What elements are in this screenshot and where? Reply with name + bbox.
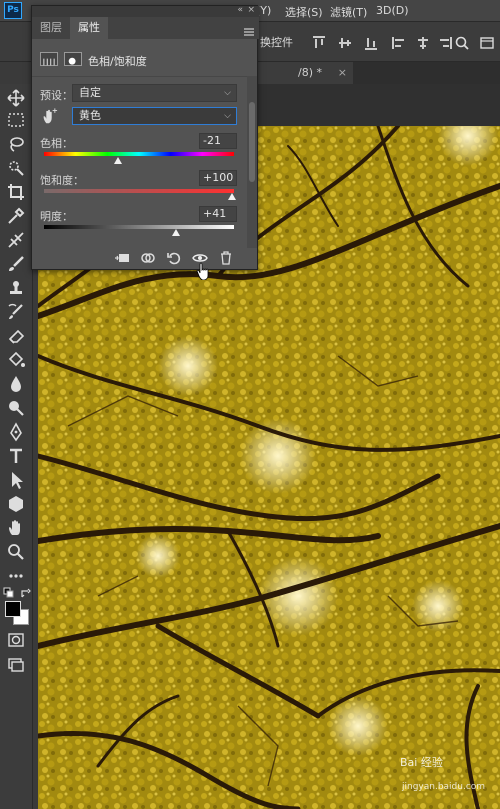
screen-mode-icon[interactable] xyxy=(6,654,28,674)
scrollbar-thumb[interactable] xyxy=(249,102,255,182)
adjustment-title: 色相/饱和度 xyxy=(88,55,147,68)
dodge-tool-icon[interactable] xyxy=(6,398,28,418)
panel-header-strip: « × xyxy=(32,5,259,17)
healing-brush-tool-icon[interactable] xyxy=(6,230,28,250)
tools-panel xyxy=(0,84,33,809)
lightness-slider-thumb[interactable] xyxy=(172,229,180,236)
shape-tool-icon[interactable] xyxy=(6,494,28,514)
saturation-value-input[interactable]: +100 xyxy=(199,170,237,186)
close-icon[interactable]: × xyxy=(338,62,347,84)
tab-properties[interactable]: 属性 xyxy=(70,17,108,39)
menu-item-filter[interactable]: 滤镜(T) xyxy=(330,4,367,20)
pen-tool-icon[interactable] xyxy=(6,422,28,442)
cursor-hand-icon xyxy=(196,262,209,280)
reset-icon[interactable] xyxy=(166,250,182,266)
search-icon[interactable] xyxy=(455,35,469,50)
eyedropper-tool-icon[interactable] xyxy=(6,206,28,226)
hue-slider-track[interactable] xyxy=(44,152,234,156)
align-vcenter-icon[interactable] xyxy=(338,35,352,49)
align-hcenter-icon[interactable] xyxy=(416,35,430,49)
lightness-label: 明度： xyxy=(40,210,73,223)
align-right-icon[interactable] xyxy=(438,35,452,49)
menu-item-3d[interactable]: 3D(D) xyxy=(376,4,409,17)
history-brush-tool-icon[interactable] xyxy=(6,302,28,322)
targeted-adjustment-hand-icon[interactable] xyxy=(40,107,58,125)
hand-tool-icon[interactable] xyxy=(6,518,28,538)
panel-scrollbar[interactable] xyxy=(247,76,257,248)
chevron-down-icon: ⌵ xyxy=(224,88,231,98)
ps-logo: Ps xyxy=(4,2,22,19)
panel-menu-icon[interactable] xyxy=(244,22,254,36)
lightness-slider-track[interactable] xyxy=(44,225,234,229)
hue-label: 色相： xyxy=(40,137,73,150)
chevron-down-icon: ⌵ xyxy=(224,111,231,121)
divider xyxy=(32,76,247,77)
move-tool-icon[interactable] xyxy=(6,88,28,108)
type-tool-icon[interactable] xyxy=(6,446,28,466)
preset-value: 自定 xyxy=(79,86,101,99)
watermark-url: jingyan.baidu.com xyxy=(402,782,486,792)
align-left-icon[interactable] xyxy=(392,35,406,49)
panel-footer xyxy=(32,246,259,270)
marquee-tool-icon[interactable] xyxy=(6,110,28,130)
default-colors-icon[interactable] xyxy=(3,584,15,598)
lasso-tool-icon[interactable] xyxy=(6,134,28,154)
hue-slider-thumb[interactable] xyxy=(114,157,122,164)
layer-mask-icon xyxy=(64,52,82,66)
path-selection-tool-icon[interactable] xyxy=(6,470,28,490)
align-bottom-icon[interactable] xyxy=(364,35,378,50)
document-tab-title: /8) * xyxy=(298,66,322,79)
more-tools-icon[interactable] xyxy=(6,566,28,586)
saturation-label: 饱和度： xyxy=(40,174,84,187)
foreground-color-swatch[interactable] xyxy=(5,601,21,617)
transform-controls-label[interactable]: 换控件 xyxy=(260,34,293,50)
saturation-slider-track[interactable] xyxy=(44,189,234,193)
quick-selection-tool-icon[interactable] xyxy=(6,158,28,178)
swap-colors-icon[interactable] xyxy=(20,584,32,598)
hue-value-input[interactable]: -21 xyxy=(199,133,237,149)
clone-stamp-tool-icon[interactable] xyxy=(6,278,28,298)
photoshop-window: Ps (Y) 选择(S) 滤镜(T) 3D(D) 换控件 /8) * × « ×… xyxy=(0,0,500,809)
baidu-watermark: Bai 经验 xyxy=(400,756,443,769)
menu-item-select[interactable]: 选择(S) xyxy=(285,4,323,20)
panel-tabs: 图层 属性 xyxy=(32,17,259,39)
view-previous-state-icon[interactable] xyxy=(140,250,156,266)
preset-label: 预设： xyxy=(40,89,73,102)
quick-mask-icon[interactable] xyxy=(6,630,28,650)
saturation-slider-thumb[interactable] xyxy=(228,193,236,200)
zoom-tool-icon[interactable] xyxy=(6,542,28,562)
workspace-icon[interactable] xyxy=(480,35,494,49)
preset-select[interactable]: 自定 ⌵ xyxy=(72,84,237,102)
align-top-icon[interactable] xyxy=(312,35,326,49)
channel-select[interactable]: 黄色 ⌵ xyxy=(72,107,237,125)
channel-value: 黄色 xyxy=(79,109,101,122)
trash-icon[interactable] xyxy=(218,250,234,266)
adjustment-layer-icon xyxy=(40,52,58,66)
paint-bucket-tool-icon[interactable] xyxy=(6,350,28,370)
collapse-icon[interactable]: « xyxy=(237,5,243,15)
crop-tool-icon[interactable] xyxy=(6,182,28,202)
eraser-tool-icon[interactable] xyxy=(6,326,28,346)
clip-to-layer-icon[interactable] xyxy=(114,250,130,266)
blur-tool-icon[interactable] xyxy=(6,374,28,394)
tab-layers[interactable]: 图层 xyxy=(32,17,70,39)
document-tab[interactable]: /8) * × xyxy=(258,62,353,84)
properties-panel: « × 图层 属性 色相/饱和度 预设： 自定 ⌵ 黄色 ⌵ 色相： -21 饱… xyxy=(31,5,259,270)
brush-tool-icon[interactable] xyxy=(6,254,28,274)
close-icon[interactable]: × xyxy=(247,5,255,15)
lightness-value-input[interactable]: +41 xyxy=(199,206,237,222)
